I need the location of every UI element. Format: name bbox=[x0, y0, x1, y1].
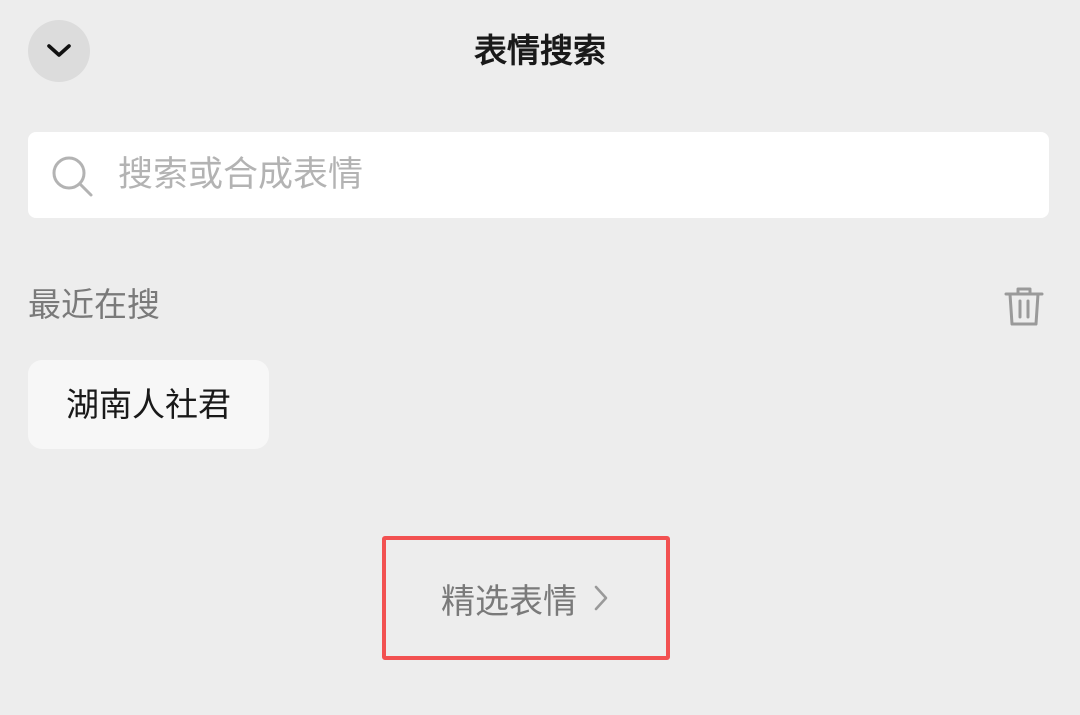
trash-icon[interactable] bbox=[1002, 284, 1046, 328]
chevron-right-icon bbox=[594, 585, 608, 611]
recent-search-chip[interactable]: 湖南人社君 bbox=[28, 360, 269, 449]
search-icon bbox=[52, 156, 93, 197]
page-title: 表情搜索 bbox=[474, 31, 606, 70]
search-placeholder: 搜索或合成表情 bbox=[118, 155, 364, 195]
recent-searches-heading: 最近在搜 bbox=[28, 285, 160, 324]
featured-stickers-link[interactable]: 精选表情 bbox=[382, 536, 670, 660]
featured-stickers-label: 精选表情 bbox=[441, 581, 577, 622]
search-input[interactable]: 搜索或合成表情 bbox=[28, 132, 1049, 218]
